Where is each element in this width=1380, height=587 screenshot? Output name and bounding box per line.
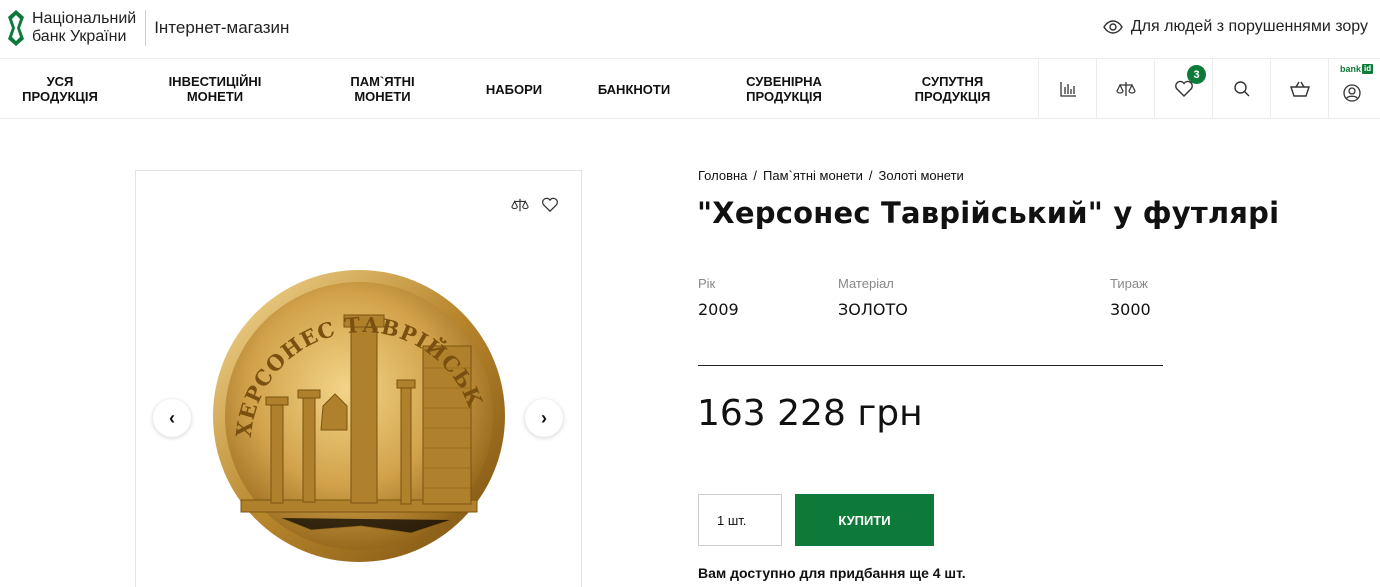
nav-label: БАНКНОТИ [597, 81, 671, 97]
shop-label: Інтернет-магазин [154, 18, 290, 37]
bankid-logo: bank id [1340, 64, 1374, 74]
favorites-button[interactable]: 3 [1154, 59, 1212, 119]
gallery-actions [511, 197, 559, 213]
breadcrumb-separator: / [753, 168, 758, 183]
nav-item-investment-coins[interactable]: ІНВЕСТИЦІЙНІ МОНЕТИ [150, 59, 280, 119]
compare-icon [1115, 82, 1136, 96]
nav-item-souvenirs[interactable]: СУВЕНІРНА ПРОДУКЦІЯ [730, 59, 838, 119]
attribute-mintage: Тираж 3000 [1110, 276, 1151, 319]
nav-label: УСЯ [46, 74, 74, 89]
nav-item-related-products[interactable]: СУПУТНЯ ПРОДУКЦІЯ [900, 59, 1005, 119]
cart-button[interactable] [1270, 59, 1328, 119]
chart-icon [1059, 82, 1076, 97]
attribute-value: 2009 [698, 300, 739, 319]
nav-label: ІНВЕСТИЦІЙНІ [168, 74, 262, 89]
nbu-logo-icon [8, 10, 24, 46]
product-gallery: ХЕРСОНЕС ТАВРІЙСЬКИЙ ‹ › [135, 170, 582, 587]
compare-button[interactable] [1096, 59, 1154, 119]
heart-icon [1174, 80, 1193, 97]
nav-label: СУВЕНІРНА [746, 74, 822, 89]
attribute-label: Матеріал [838, 276, 894, 291]
attribute-year: Рік 2009 [698, 276, 739, 319]
attribute-label: Тираж [1110, 276, 1148, 291]
logo-text: Національний банк України [32, 10, 136, 46]
compare-icon[interactable] [511, 197, 529, 213]
buy-button[interactable]: КУПИТИ [795, 494, 934, 546]
nav-label: ПРОДУКЦІЯ [746, 89, 822, 104]
accessibility-label: Для людей з порушеннями зору [1130, 18, 1368, 35]
nav-label: МОНЕТИ [354, 89, 411, 104]
info-divider [698, 365, 1163, 366]
cart-icon [1289, 81, 1310, 97]
availability-note: Вам доступно для придбання ще 4 шт. [698, 565, 966, 581]
nav-item-all-products[interactable]: УСЯ ПРОДУКЦІЯ [10, 59, 110, 119]
heart-icon[interactable] [541, 197, 559, 213]
top-bar: Національний банк України Інтернет-магаз… [0, 0, 1380, 58]
product-title: "Херсонес Таврійський" у футлярі [697, 196, 1280, 230]
nav-label: МОНЕТИ [186, 89, 244, 104]
gallery-prev-button[interactable]: ‹ [153, 399, 191, 437]
bankid-login-button[interactable]: bank id [1328, 59, 1380, 119]
breadcrumb-separator: / [868, 168, 873, 183]
breadcrumb-gold-coins[interactable]: Золоті монети [879, 168, 964, 183]
breadcrumb-home[interactable]: Головна [698, 168, 747, 183]
favorites-count-badge: 3 [1187, 65, 1206, 84]
accessibility-link[interactable]: Для людей з порушеннями зору [1103, 18, 1368, 36]
nav-item-banknotes[interactable]: БАНКНОТИ [585, 59, 683, 119]
nav-label: НАБОРИ [485, 81, 543, 97]
nav-label: ПАМ`ЯТНІ [350, 74, 415, 89]
attribute-value: 3000 [1110, 300, 1151, 319]
search-icon [1233, 81, 1249, 97]
gallery-next-button[interactable]: › [525, 399, 563, 437]
user-icon [1342, 84, 1361, 102]
nav-item-commemorative-coins[interactable]: ПАМ`ЯТНІ МОНЕТИ [330, 59, 435, 119]
chevron-right-icon: › [541, 407, 547, 428]
chevron-left-icon: ‹ [169, 407, 175, 428]
logo-divider [145, 10, 147, 46]
product-price: 163 228 грн [697, 393, 923, 434]
logo-line-2: банк України [32, 28, 127, 45]
breadcrumb-commemorative[interactable]: Пам`ятні монети [763, 168, 863, 183]
quantity-input[interactable]: 1 шт. [698, 494, 782, 546]
coin-image[interactable]: ХЕРСОНЕС ТАВРІЙСЬКИЙ [211, 268, 507, 564]
eye-icon [1103, 20, 1123, 34]
nbu-logo[interactable]: Національний банк України Інтернет-магаз… [6, 9, 289, 47]
nav-label: СУПУТНЯ [921, 74, 984, 89]
bankid-text: bank [1340, 64, 1362, 74]
search-button[interactable] [1212, 59, 1270, 119]
nav-item-sets[interactable]: НАБОРИ [470, 59, 558, 119]
main-nav: УСЯ ПРОДУКЦІЯ ІНВЕСТИЦІЙНІ МОНЕТИ ПАМ`ЯТНІ… [0, 58, 1380, 119]
bankid-id: id [1362, 64, 1374, 74]
breadcrumb: Головна / Пам`ятні монети / Золоті монети [698, 168, 964, 183]
attribute-label: Рік [698, 276, 716, 291]
attribute-material: Матеріал ЗОЛОТО [838, 276, 908, 319]
nav-label: ПРОДУКЦІЯ [914, 89, 991, 104]
nav-label: ПРОДУКЦІЯ [22, 89, 98, 104]
chart-button[interactable] [1038, 59, 1096, 119]
attribute-value: ЗОЛОТО [838, 300, 908, 319]
logo-line-1: Національний [32, 10, 137, 27]
